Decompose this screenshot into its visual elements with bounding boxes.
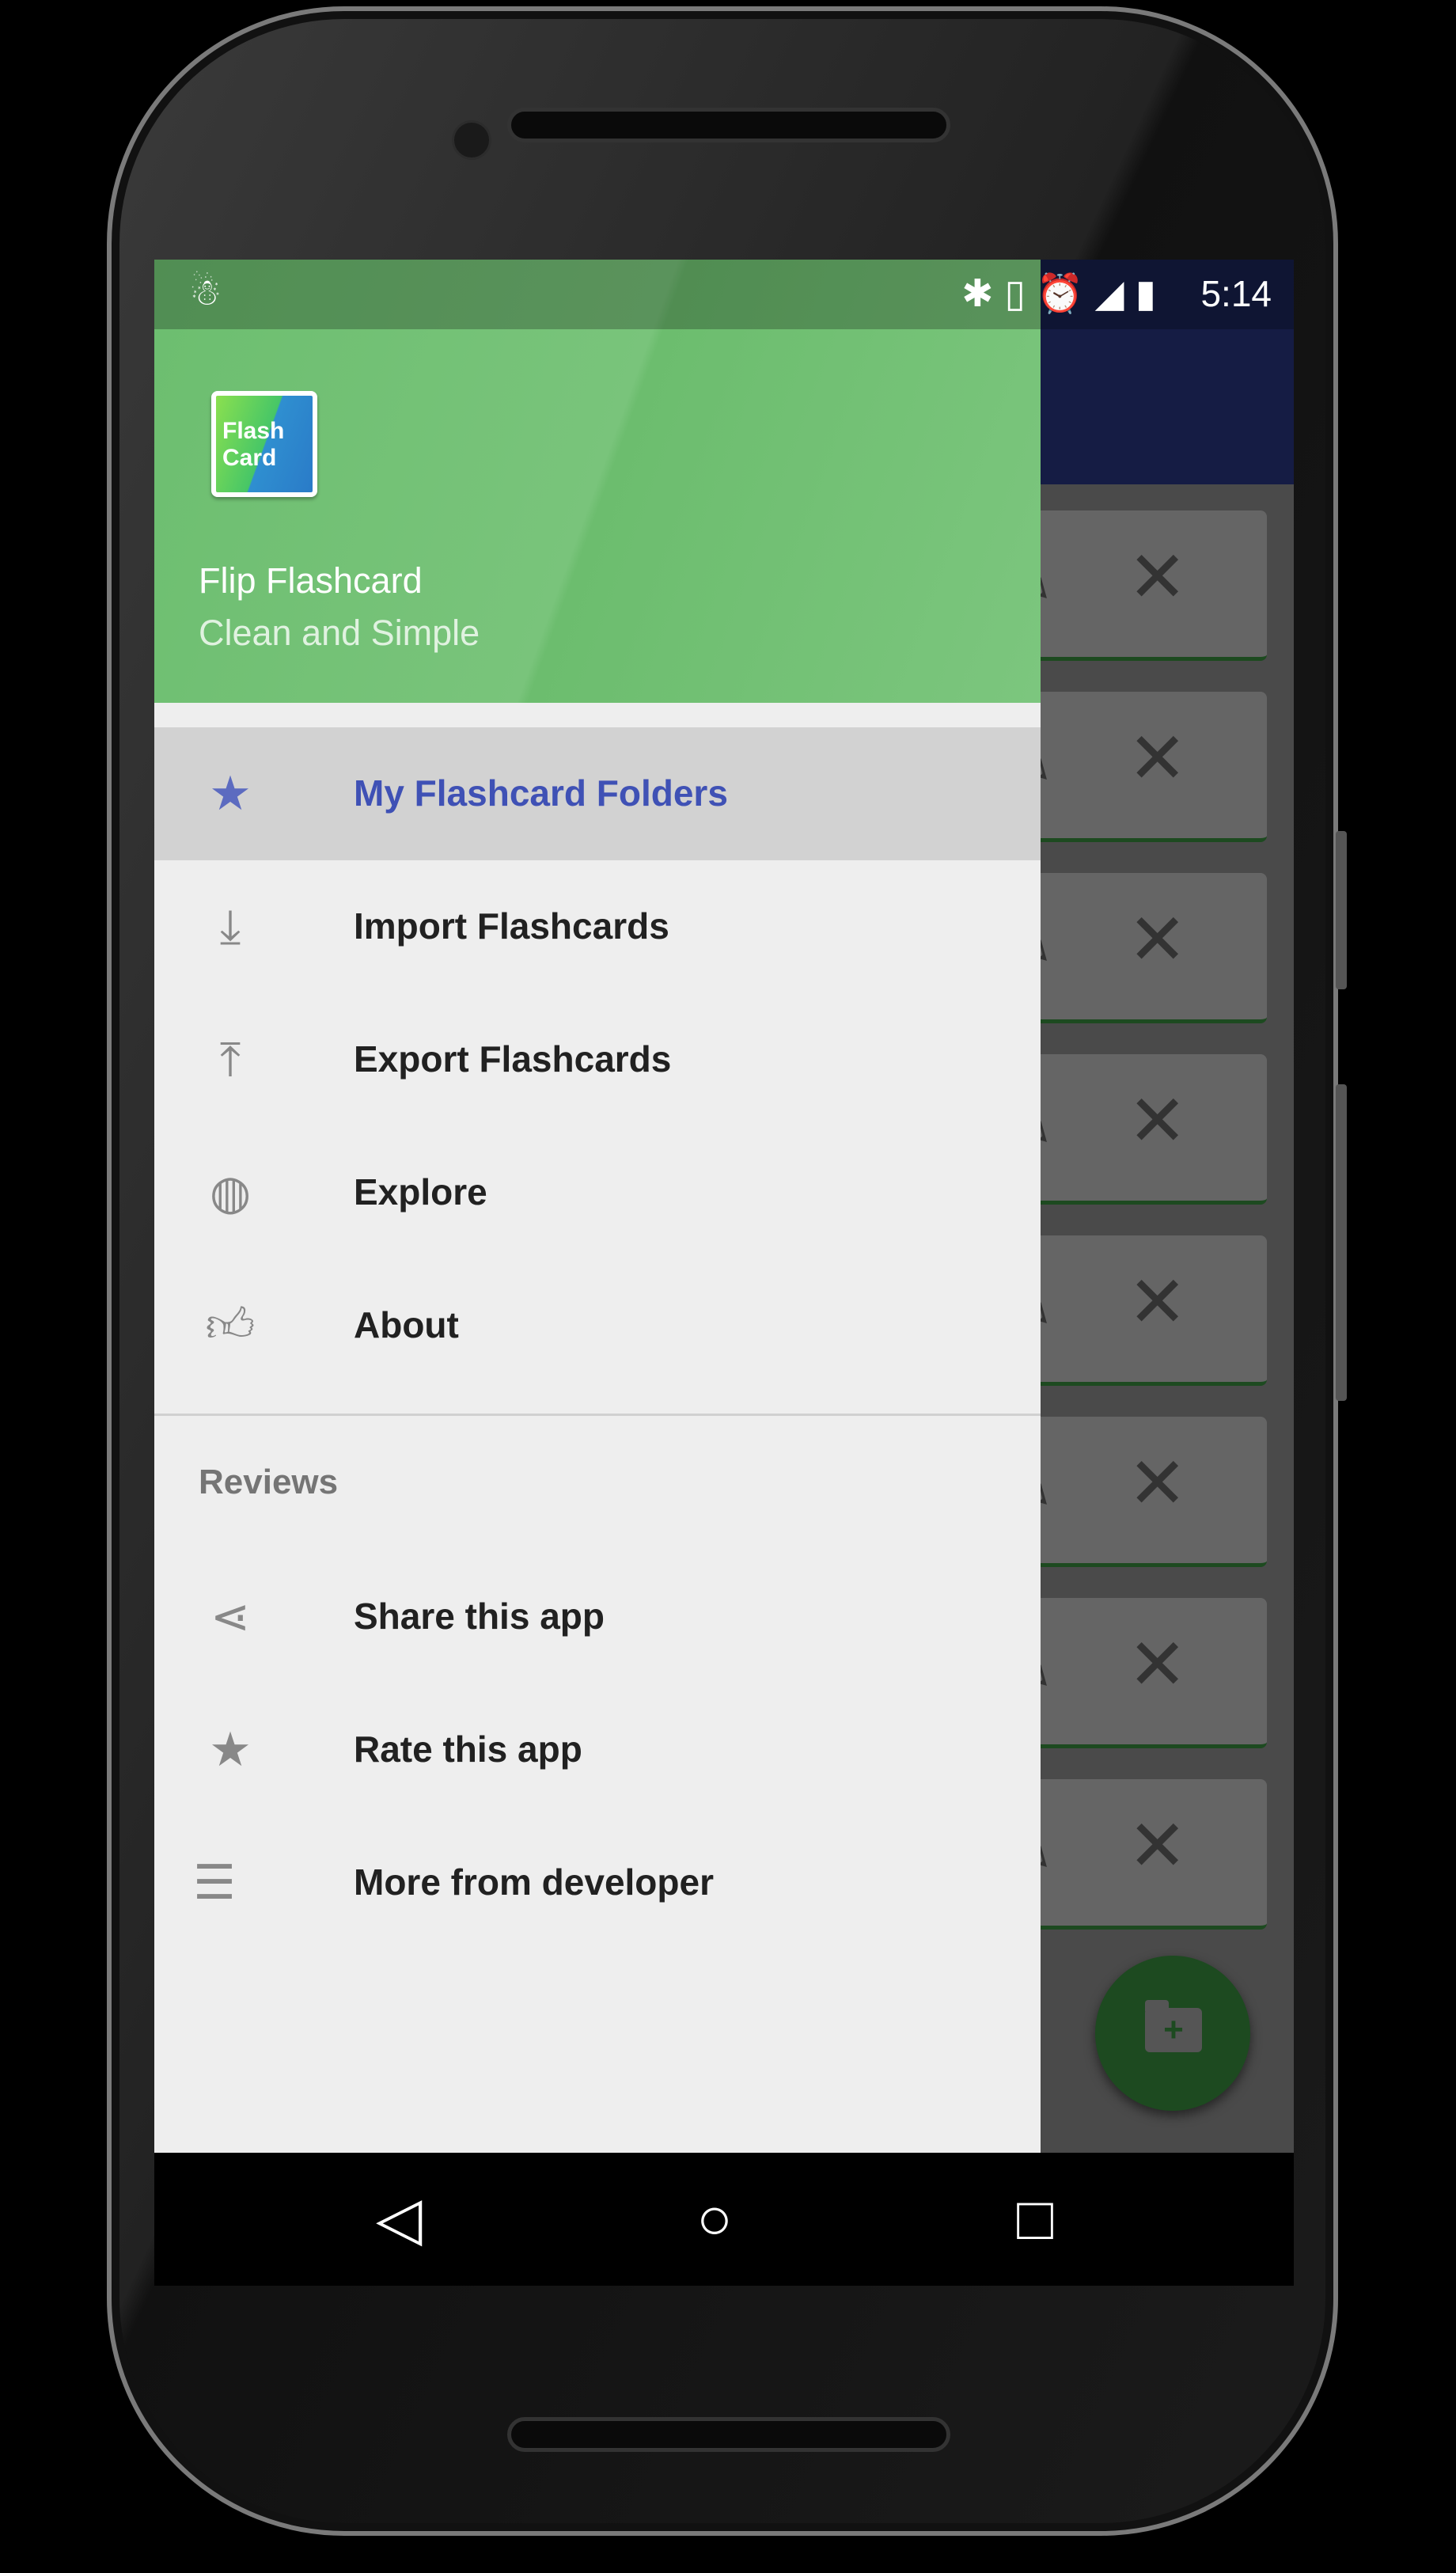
drawer-item-label: Share this app	[354, 1596, 605, 1637]
drawer-item-explore[interactable]: ◍ Explore	[154, 1126, 1041, 1259]
status-bar: ☃ ✱▯⏰◢▮ 5:14	[154, 260, 1294, 329]
drawer-item-label: Export Flashcards	[354, 1038, 672, 1080]
folder-star-icon: ★	[209, 767, 252, 820]
list-icon: ☰	[193, 1856, 236, 1909]
add-folder-fab[interactable]: +	[1095, 1956, 1250, 2111]
delete-icon[interactable]: ✕	[1128, 723, 1187, 795]
navigation-bar: ◁ ○ □	[154, 2153, 1294, 2286]
drawer-item-share[interactable]: ⋖ Share this app	[154, 1550, 1041, 1683]
bottom-speaker	[507, 2417, 950, 2452]
delete-icon[interactable]: ✕	[1128, 905, 1187, 976]
drawer-item-label: Explore	[354, 1171, 487, 1212]
drawer-item-export[interactable]: ⤒ Export Flashcards	[154, 993, 1041, 1126]
delete-icon[interactable]: ✕	[1128, 1811, 1187, 1882]
app-title: Flip Flashcard	[199, 560, 423, 601]
front-camera	[452, 120, 491, 160]
volume-button	[1336, 831, 1347, 989]
drawer-item-label: About	[354, 1304, 459, 1345]
navigation-drawer: Flash Card Flip Flashcard Clean and Simpl…	[154, 260, 1041, 2153]
drawer-item-label: Rate this app	[354, 1729, 582, 1770]
power-button	[1336, 1084, 1347, 1401]
create-folder-icon: +	[1145, 2000, 1202, 2052]
app-logo: Flash Card	[211, 391, 317, 497]
recents-icon[interactable]: □	[1017, 2184, 1053, 2254]
drawer-item-about[interactable]: 👍︎ About	[154, 1259, 1041, 1392]
logo-text: Card	[222, 445, 277, 471]
drawer-item-my-flashcard-folders[interactable]: ★ My Flashcard Folders	[154, 727, 1041, 860]
screen: ✎✕✎✕✎✕✎✕✎✕✎✕✎✕✎✕ + ☃ ✱▯⏰◢▮ 5:14 FlashCar…	[154, 260, 1294, 2286]
globe-icon: ◍	[209, 1166, 252, 1219]
drawer-item-label: More from developer	[354, 1861, 714, 1903]
drawer-item-label: Import Flashcards	[354, 905, 669, 947]
drawer-item-more-from-developer[interactable]: ☰ More from developer	[154, 1816, 1041, 1949]
drawer-item-rate[interactable]: ★ Rate this app	[154, 1683, 1041, 1816]
divider	[154, 1414, 1041, 1416]
delete-icon[interactable]: ✕	[1128, 1448, 1187, 1520]
android-debug-icon: ☃	[189, 271, 222, 313]
delete-icon[interactable]: ✕	[1128, 542, 1187, 613]
download-icon: ⤓	[219, 900, 241, 953]
back-icon[interactable]: ◁	[376, 2184, 422, 2254]
upload-icon: ⤒	[219, 1033, 241, 1086]
top-speaker	[507, 108, 950, 142]
share-icon: ⋖	[210, 1590, 251, 1643]
status-time: 5:14	[1200, 273, 1272, 314]
delete-icon[interactable]: ✕	[1128, 1086, 1187, 1157]
logo-text: Flash	[222, 418, 285, 444]
delete-icon[interactable]: ✕	[1128, 1630, 1187, 1701]
app-subtitle: Clean and Simple	[199, 613, 480, 653]
section-title-reviews: Reviews	[199, 1463, 339, 1501]
status-icons: ✱▯⏰◢▮	[961, 273, 1167, 315]
drawer-item-import[interactable]: ⤓ Import Flashcards	[154, 860, 1041, 993]
home-icon[interactable]: ○	[696, 2184, 733, 2254]
drawer-item-label: My Flashcard Folders	[354, 772, 728, 814]
thumbs-up-icon: 👍︎	[205, 1299, 256, 1352]
star-icon: ★	[209, 1723, 252, 1776]
delete-icon[interactable]: ✕	[1128, 1267, 1187, 1338]
